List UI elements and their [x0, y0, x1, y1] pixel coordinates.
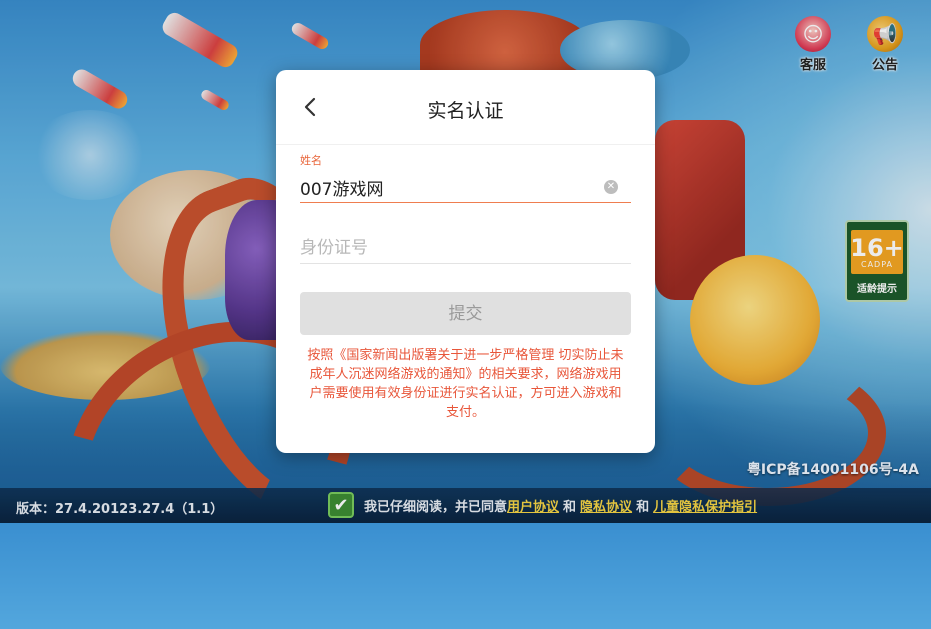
clear-input-icon[interactable]: ✕: [604, 180, 618, 194]
real-name-auth-dialog: 实名认证 姓名 ✕ 提交 按照《国家新闻出版署关于进一步严格管理 切实防止未成年…: [276, 70, 655, 453]
name-field-label: 姓名: [300, 154, 322, 167]
submit-button[interactable]: 提交: [300, 292, 631, 335]
dialog-title: 实名认证: [427, 100, 504, 122]
anti-addiction-notice: 按照《国家新闻出版署关于进一步严格管理 切实防止未成年人沉迷网络游戏的通知》的相…: [307, 348, 624, 420]
id-number-input[interactable]: [300, 232, 631, 264]
name-input[interactable]: [300, 173, 631, 203]
dialog-header: 实名认证: [276, 70, 655, 145]
